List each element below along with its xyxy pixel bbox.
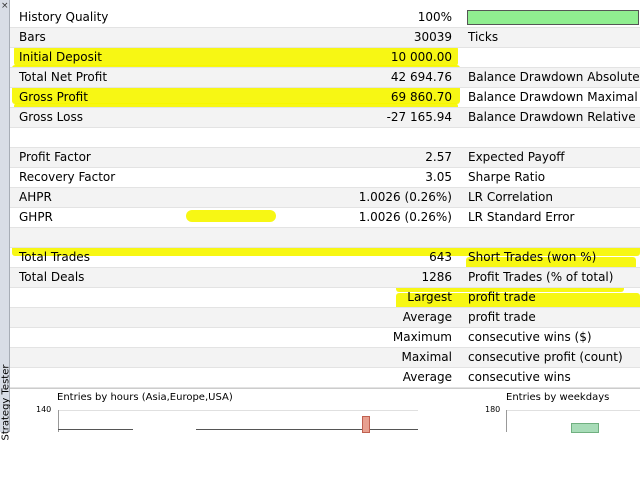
stat-right-label: consecutive profit (count) [468,350,623,364]
stat-right-label: LR Standard Error [468,210,575,224]
stat-value: Maximal [401,350,452,364]
weekdays-chart-bar [571,423,599,433]
stat-label: Total Trades [19,250,90,264]
stat-value: 643 [429,250,452,264]
hours-chart-title: Entries by hours (Asia,Europe,USA) [57,392,233,403]
stat-right-label: Expected Payoff [468,150,565,164]
stats-row: Largest profit trade [10,288,640,308]
stat-label: GHPR [19,210,53,224]
weekdays-chart-yaxis [506,410,507,432]
stats-row: Total Net Profit 42 694.76 Balance Drawdow… [10,68,640,88]
weekdays-chart-gridline [506,410,640,411]
stat-value: Largest [407,290,452,304]
stats-row: GHPR 1.0026 (0.26%) LR Standard Error [10,208,640,228]
stats-row: Bars 30039 Ticks [10,28,640,48]
hours-chart-gridline [58,410,418,411]
stat-label: AHPR [19,190,52,204]
stat-value: 69 860.70 [390,90,452,104]
stat-value: 3.05 [425,170,452,184]
stats-row: Maximal consecutive profit (count) [10,348,640,368]
stat-value: 42 694.76 [390,70,452,84]
stat-label: Bars [19,30,46,44]
close-icon[interactable]: × [1,2,9,11]
stat-label: Total Deals [19,270,85,284]
stat-value: 10 000.00 [390,50,452,64]
stat-right-label: profit trade [468,290,536,304]
stat-right-label: consecutive wins [468,370,571,384]
stats-row: Initial Deposit 10 000.00 [10,48,640,68]
stat-right-label: Balance Drawdown Absolute [468,70,640,84]
stat-right-label: Balance Drawdown Maximal [468,90,638,104]
stats-row: Gross Loss -27 165.94 Balance Drawdown Rel… [10,108,640,128]
stat-value: 2.57 [425,150,452,164]
hours-chart-ytick: 140 [36,405,52,414]
hours-chart-xaxis-seg1 [58,429,133,430]
stats-row: Maximum consecutive wins ($) [10,328,640,348]
stat-value: 1286 [421,270,452,284]
stat-right-label: Sharpe Ratio [468,170,546,184]
stats-row: Average profit trade [10,308,640,328]
stats-row [10,228,640,248]
stat-right-label: LR Correlation [468,190,554,204]
stat-value: Average [402,370,452,384]
stat-label: History Quality [19,10,109,24]
strategy-tester-sidebar: × Strategy Tester [0,0,12,441]
stat-right-label: profit trade [468,310,536,324]
charts-area: Entries by hours (Asia,Europe,USA) 140 E… [10,388,640,433]
stats-row [10,128,640,148]
stat-label: Initial Deposit [19,50,102,64]
stat-value: 1.0026 (0.26%) [358,190,452,204]
hours-chart-xaxis-seg2 [196,429,418,430]
weekdays-chart-title: Entries by weekdays [506,392,610,403]
results-table: History Quality 100% Bars 30039 Ticks Initial… [10,8,640,388]
stats-row: Recovery Factor 3.05 Sharpe Ratio [10,168,640,188]
stats-row: Total Trades 643 Short Trades (won %) [10,248,640,268]
stat-label: Profit Factor [19,150,91,164]
stat-label: Total Net Profit [19,70,108,84]
stats-row: Average consecutive wins [10,368,640,388]
weekdays-chart-ytick: 180 [485,405,501,414]
stat-value: 100% [417,10,452,24]
stat-right-label: Balance Drawdown Relative [468,110,636,124]
hours-chart-bar [362,416,370,433]
stats-row: Total Deals 1286 Profit Trades (% of total… [10,268,640,288]
stats-row: Gross Profit 69 860.70 Balance Drawdown Ma… [10,88,640,108]
stat-value: -27 165.94 [386,110,452,124]
stat-value: Average [402,310,452,324]
stat-label: Gross Profit [19,90,88,104]
stat-label: Gross Loss [19,110,83,124]
stats-row: AHPR 1.0026 (0.26%) LR Correlation [10,188,640,208]
stats-row: History Quality 100% [10,8,640,28]
stat-right-label: Ticks [468,30,499,44]
stat-value: Maximum [392,330,452,344]
history-quality-bar [467,10,639,25]
stat-right-label: Short Trades (won %) [468,250,597,264]
stat-right-label: consecutive wins ($) [468,330,592,344]
stat-right-label: Profit Trades (% of total) [468,270,614,284]
stat-label: Recovery Factor [19,170,116,184]
stat-value: 30039 [413,30,452,44]
stat-value: 1.0026 (0.26%) [358,210,452,224]
stats-row: Profit Factor 2.57 Expected Payoff [10,148,640,168]
